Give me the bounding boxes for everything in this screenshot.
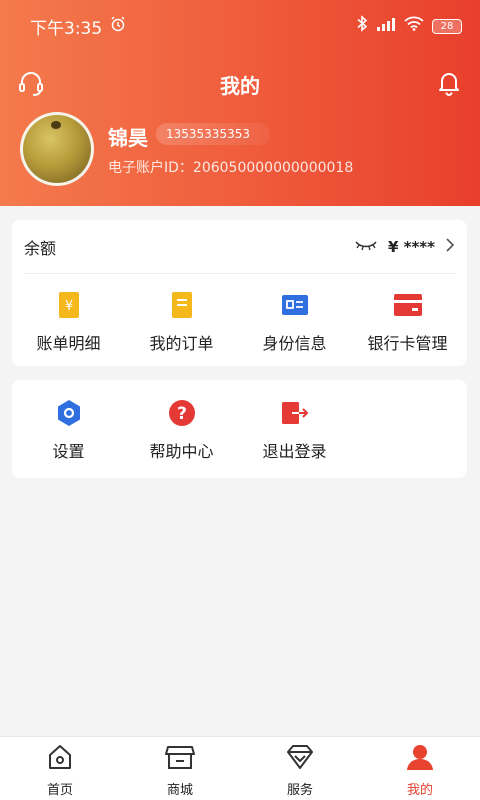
action-bill-detail[interactable]: ¥ 账单明细: [12, 290, 125, 354]
order-icon: [167, 290, 197, 320]
balance-right: ¥ ****: [354, 237, 455, 257]
status-bar: 下午3:35 28: [0, 0, 480, 52]
bottom-tab-bar: 首页 商城 服务 我的: [0, 736, 480, 800]
svg-text:?: ?: [177, 404, 187, 424]
eye-closed-icon[interactable]: [354, 237, 378, 256]
signal-icon: [376, 16, 396, 37]
profile-icon: [405, 743, 435, 775]
account-id: 电子账户ID：206050000000000018: [108, 160, 354, 176]
action-label: 设置: [52, 442, 85, 461]
action-label: 我的订单: [149, 334, 214, 353]
username: 锦昊: [108, 126, 148, 150]
action-bank-cards[interactable]: 银行卡管理: [351, 290, 464, 354]
action-settings[interactable]: 设置: [12, 398, 125, 462]
status-time: 下午3:35: [30, 18, 103, 39]
help-icon: ?: [167, 398, 197, 428]
tab-label: 商城: [166, 783, 193, 798]
title-bar: 我的: [0, 62, 480, 106]
bank-card-icon: [393, 290, 423, 320]
action-logout[interactable]: 退出登录: [238, 398, 351, 462]
action-label: 帮助中心: [149, 442, 214, 461]
tab-label: 我的: [406, 783, 433, 798]
action-label: 账单明细: [36, 334, 101, 353]
profile-header: 下午3:35 28 我的 锦昊 13535335353 电子账户ID：20605…: [0, 0, 480, 206]
settings-icon: [54, 398, 84, 428]
phone-badge: 13535335353: [156, 123, 270, 145]
action-label: 银行卡管理: [367, 334, 448, 353]
quick-actions: ¥ 账单明细 我的订单 身份信息 银行卡管理: [12, 290, 467, 354]
home-icon: [46, 743, 74, 775]
more-actions: 设置 ? 帮助中心 退出登录: [12, 398, 351, 462]
page-title: 我的: [220, 73, 260, 98]
action-help-center[interactable]: ? 帮助中心: [125, 398, 238, 462]
shop-icon: [165, 743, 195, 775]
balance-amount: ¥ ****: [387, 237, 435, 256]
action-label: 身份信息: [262, 334, 327, 353]
status-time-group: 下午3:35: [30, 14, 126, 39]
more-card: 设置 ? 帮助中心 退出登录: [12, 380, 467, 478]
logout-icon: [280, 398, 310, 428]
tab-shop[interactable]: 商城: [120, 737, 240, 800]
bluetooth-icon: [356, 15, 368, 37]
tab-label: 首页: [46, 783, 73, 798]
balance-card: 余额 ¥ **** ¥ 账单明细 我的订单 身份信息 银行卡管理: [12, 220, 467, 366]
battery-indicator: 28: [432, 18, 462, 34]
svg-text:¥: ¥: [64, 299, 72, 314]
bell-icon[interactable]: [438, 70, 460, 100]
id-card-icon: [280, 290, 310, 320]
tab-mine[interactable]: 我的: [360, 737, 480, 800]
tab-home[interactable]: 首页: [0, 737, 120, 800]
avatar[interactable]: [20, 112, 94, 186]
balance-label: 余额: [24, 238, 57, 258]
wifi-icon: [404, 16, 424, 36]
service-icon: [285, 743, 315, 775]
chevron-right-icon: [445, 237, 455, 257]
customer-service-icon[interactable]: [18, 70, 44, 102]
tab-label: 服务: [286, 783, 313, 798]
status-icons: 28: [356, 15, 462, 37]
bill-icon: ¥: [54, 290, 84, 320]
alarm-icon: [110, 16, 126, 37]
action-my-orders[interactable]: 我的订单: [125, 290, 238, 354]
action-label: 退出登录: [262, 442, 327, 461]
balance-row[interactable]: 余额 ¥ ****: [24, 220, 455, 274]
tab-service[interactable]: 服务: [240, 737, 360, 800]
action-identity[interactable]: 身份信息: [238, 290, 351, 354]
